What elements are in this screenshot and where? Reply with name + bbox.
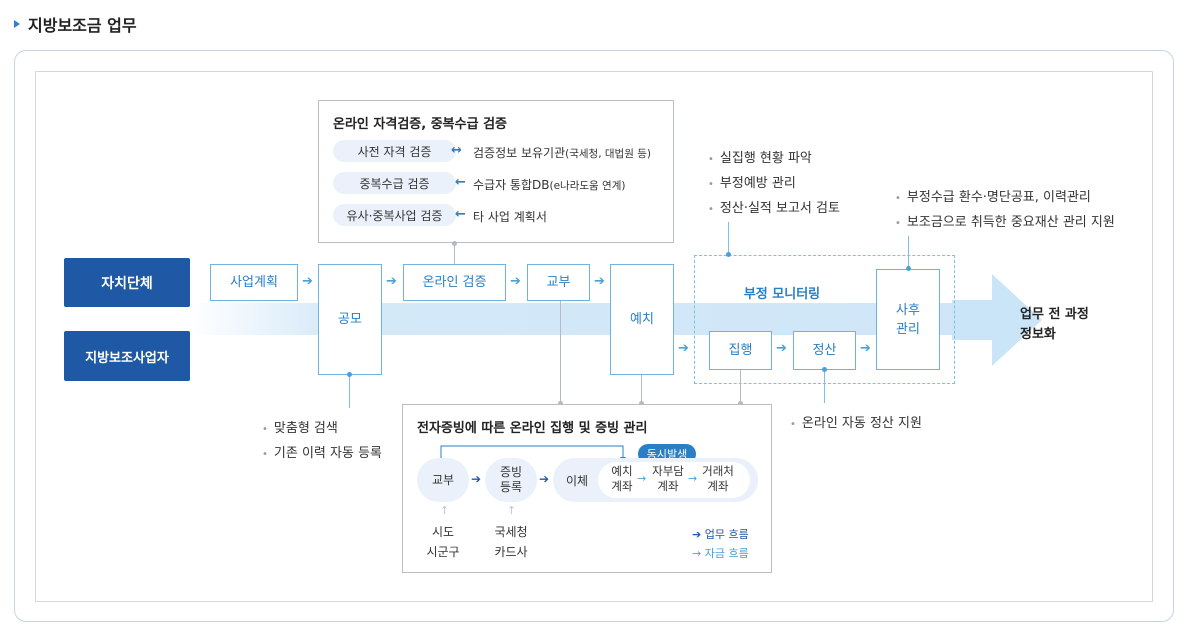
arrow-right-icon: ➔ <box>692 528 705 541</box>
source-gov: 시도 시군구 <box>426 525 460 559</box>
arrow-right-icon: ➔ <box>386 274 397 289</box>
connector-line <box>560 301 561 404</box>
post-mgmt-line2: 관리 <box>896 321 920 337</box>
monitoring-label: 부정 모니터링 <box>743 287 821 302</box>
verify-panel-title: 온라인 자격검증, 중복수급 검증 <box>333 117 507 132</box>
verify-row-label: 사전 자격 검증 <box>333 140 456 162</box>
notice-bullet: • 기존 이력 자동 등록 <box>262 446 382 461</box>
post-mgmt-line1: 사후 <box>896 302 920 318</box>
arrow-right-icon: ➔ <box>860 341 871 356</box>
connector-line <box>349 375 350 408</box>
step-notice: 공모 <box>318 264 382 375</box>
step-grant: 교부 <box>527 264 590 301</box>
section-header: 지방보조금 업무 <box>14 12 137 36</box>
connector-line <box>454 243 455 264</box>
settle-bullet: • 온라인 자동 정산 지원 <box>790 416 922 431</box>
connector-dot <box>452 241 457 246</box>
notice-bullet: • 맞춤형 검색 <box>262 421 338 436</box>
evidence-register: 증빙 등록 <box>485 458 537 502</box>
arrow-right-icon: ➔ <box>776 341 787 356</box>
arrow-right-icon: ➔ <box>510 274 521 289</box>
page-title: 지방보조금 업무 <box>28 16 137 35</box>
source-tax: 국세청 카드사 <box>494 525 528 559</box>
monitor-bullet: • 실집행 현황 파악 <box>708 151 812 166</box>
verify-row-label: 중복수급 검증 <box>333 172 456 194</box>
legend-fund: → 자금 흐름 <box>692 547 749 560</box>
connector-dot <box>822 367 827 372</box>
legend-work: ➔ 업무 흐름 <box>692 528 749 541</box>
step-online-verify: 온라인 검증 <box>403 264 506 301</box>
register-line2: 등록 <box>499 480 523 494</box>
account-vendor: 거래처 계좌 <box>702 464 734 493</box>
verify-row-label: 유사·중복사업 검증 <box>333 204 456 226</box>
arrow-up-icon: ↑ <box>507 504 517 517</box>
arrow-up-icon: ↑ <box>440 504 450 517</box>
connector-dot <box>906 266 911 271</box>
monitor-bullet: • 정산·실적 보고서 검토 <box>708 201 840 216</box>
final-label-line2: 정보화 <box>1020 327 1056 342</box>
step-plan: 사업계획 <box>210 264 298 301</box>
arrow-right-icon: ➔ <box>302 274 313 289</box>
verify-row-source: 검증정보 보유기관(국세청, 대법원 등) <box>473 146 651 160</box>
left-arrow-icon: ← <box>455 207 466 222</box>
final-label: 업무 전 과정 정보화 <box>1020 305 1089 345</box>
arrow-right-icon: ➔ <box>678 341 689 356</box>
step-deposit: 예치 <box>610 264 674 375</box>
connector-line <box>824 370 825 403</box>
post-bullet: • 보조금으로 취득한 중요재산 관리 지원 <box>895 215 1115 230</box>
evidence-grant: 교부 <box>417 458 469 502</box>
connector-line <box>908 236 909 269</box>
triangle-bullet-icon <box>14 20 20 28</box>
final-label-line1: 업무 전 과정 <box>1020 307 1089 322</box>
connector-line <box>641 375 642 404</box>
verify-row-source: 수급자 통합DB(e나라도움 연계) <box>473 178 626 192</box>
connector-dot <box>347 372 352 377</box>
connector-line <box>740 370 741 404</box>
step-execution: 집행 <box>709 331 772 370</box>
arrow-right-icon: ➔ <box>539 472 550 486</box>
verify-row-source: 타 사업 계획서 <box>473 210 547 224</box>
arrow-right-icon: ➔ <box>471 472 482 486</box>
evidence-panel-title: 전자증빙에 따른 온라인 집행 및 증빙 관리 <box>417 421 648 436</box>
arrow-right-icon: → <box>692 547 705 560</box>
account-deposit: 예치 계좌 <box>611 464 633 493</box>
register-line1: 증빙 <box>499 465 523 479</box>
post-bullet: • 부정수급 환수·명단공표, 이력관리 <box>895 190 1091 205</box>
arrow-right-icon: ➔ <box>594 274 605 289</box>
step-settlement: 정산 <box>793 331 856 370</box>
actor-local-gov: 자치단체 <box>64 258 190 307</box>
step-post-management: 사후 관리 <box>876 269 940 370</box>
account-self: 자부담 계좌 <box>652 464 684 493</box>
arrow-right-icon: → <box>688 472 698 485</box>
left-arrow-icon: ← <box>455 175 466 190</box>
monitor-bullet: • 부정예방 관리 <box>708 176 796 191</box>
connector-dot <box>726 252 731 257</box>
connector-line <box>728 222 729 255</box>
actor-operator: 지방보조사업자 <box>64 331 190 381</box>
double-arrow-icon: ↔ <box>451 143 462 158</box>
evidence-transfer: 이체 <box>566 474 589 488</box>
arrow-right-icon: → <box>637 472 647 485</box>
